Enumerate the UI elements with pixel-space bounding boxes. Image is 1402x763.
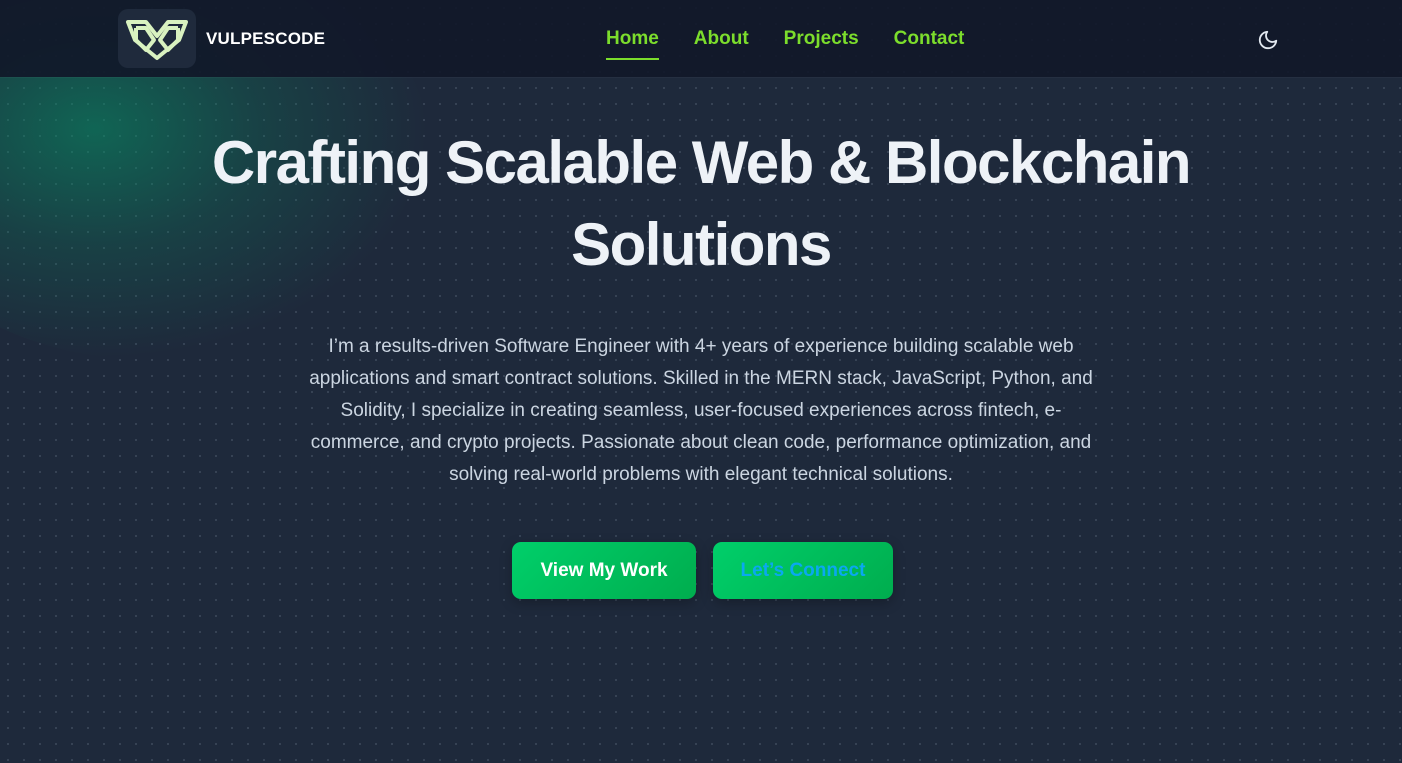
theme-toggle-button[interactable]: [1256, 28, 1280, 52]
hero-title-line-1: Crafting Scalable Web & Blockchain: [211, 129, 1192, 196]
hero-title: Crafting Scalable Web & Blockchain Solut…: [0, 122, 1402, 286]
fox-logo-icon: [118, 9, 196, 68]
brand-logo-link[interactable]: VULPESCODE: [118, 9, 325, 68]
nav-link-projects[interactable]: Projects: [784, 27, 859, 60]
navbar: VULPESCODE Home About Projects Contact: [0, 0, 1402, 77]
nav-link-about[interactable]: About: [694, 27, 749, 60]
cta-group: View My Work Let’s Connect: [512, 542, 893, 599]
brand-name: VULPESCODE: [206, 28, 326, 48]
view-my-work-button[interactable]: View My Work: [512, 542, 696, 599]
hero-title-line-2: Solutions: [571, 211, 832, 278]
main-nav: Home About Projects Contact: [606, 27, 964, 60]
lets-connect-button[interactable]: Let’s Connect: [713, 542, 893, 599]
hero-description: I’m a results-driven Software Engineer w…: [309, 336, 1093, 485]
nav-link-contact[interactable]: Contact: [894, 27, 965, 60]
moon-icon: [1258, 30, 1278, 50]
page: VULPESCODE Home About Projects Contact C…: [0, 0, 1402, 763]
nav-link-home[interactable]: Home: [606, 27, 659, 60]
